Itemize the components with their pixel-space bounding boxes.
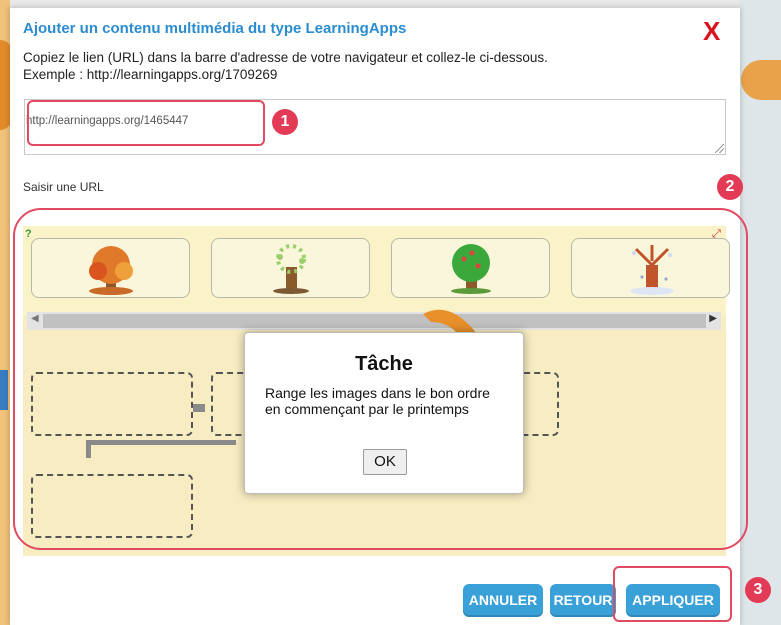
instructions: Copiez le lien (URL) dans la barre d'adr…: [23, 49, 548, 83]
highlight-box-url: [27, 100, 265, 146]
background-decoration: [741, 60, 781, 100]
highlight-box-preview: [13, 208, 748, 550]
step-badge-3: 3: [745, 577, 771, 603]
step-badge-1: 1: [272, 109, 298, 135]
highlight-box-apply: [613, 566, 732, 622]
cancel-button[interactable]: ANNULER: [463, 584, 543, 617]
close-icon[interactable]: X: [703, 18, 720, 44]
url-field-label: Saisir une URL: [23, 180, 104, 194]
back-button[interactable]: RETOUR: [550, 584, 616, 617]
instruction-text: Copiez le lien (URL) dans la barre d'adr…: [23, 50, 548, 65]
background-decoration: [0, 370, 8, 410]
step-badge-2: 2: [717, 174, 743, 200]
dialog-title: Ajouter un contenu multimédia du type Le…: [23, 20, 407, 37]
resize-grip-icon[interactable]: [715, 144, 724, 153]
example-text: Exemple : http://learningapps.org/170926…: [23, 67, 278, 82]
